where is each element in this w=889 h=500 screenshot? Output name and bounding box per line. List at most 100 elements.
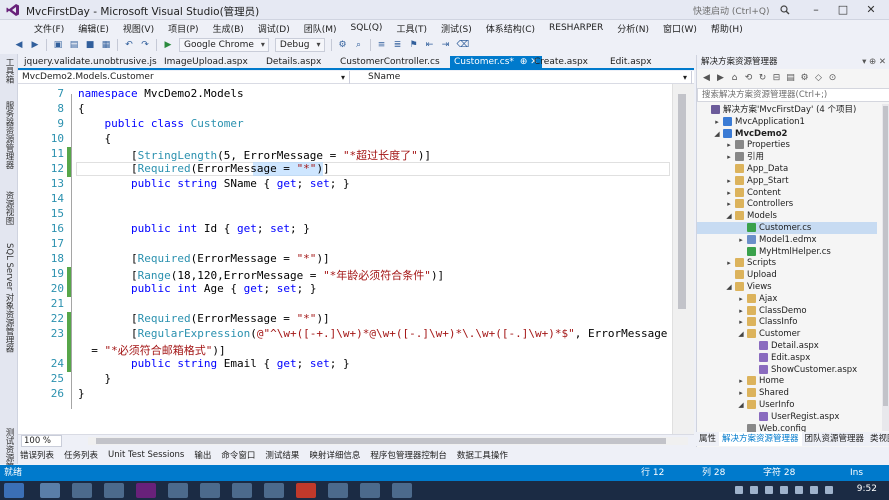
taskbar-app-icon[interactable]: [168, 483, 188, 498]
solution-panel-tab[interactable]: 属性: [696, 432, 719, 446]
menu-item[interactable]: 测试(S): [441, 22, 472, 35]
left-strip-tab[interactable]: 资源视图: [3, 191, 15, 225]
expander-icon[interactable]: ▸: [725, 187, 733, 199]
left-strip-tab[interactable]: SQL Server 对象资源管理器: [3, 243, 15, 353]
menu-item[interactable]: 窗口(W): [663, 22, 697, 35]
menu-item[interactable]: 体系结构(C): [486, 22, 535, 35]
scrollbar-thumb[interactable]: [883, 106, 888, 406]
solution-panel-tab[interactable]: 类视图: [867, 432, 889, 446]
taskbar-app-icon[interactable]: [40, 483, 60, 498]
type-navigation-select[interactable]: MvcDemo2.Models.Customer: [18, 71, 350, 84]
tree-item[interactable]: 解决方案'MvcFirstDay' (4 个项目): [697, 104, 877, 116]
taskbar-app-icon[interactable]: [72, 483, 92, 498]
bottom-tab[interactable]: 输出: [194, 449, 211, 461]
browser-select[interactable]: Google Chrome: [179, 38, 269, 52]
taskbar-app-icon[interactable]: [232, 483, 252, 498]
forward-icon[interactable]: ▶: [30, 40, 40, 50]
bottom-tab[interactable]: Unit Test Sessions: [108, 450, 184, 460]
start-debug-icon[interactable]: ▶: [163, 40, 173, 50]
code-line[interactable]: {: [78, 102, 85, 115]
menu-item[interactable]: 分析(N): [617, 22, 649, 35]
expander-icon[interactable]: ▸: [725, 139, 733, 151]
taskbar-app-icon[interactable]: [104, 483, 124, 498]
menu-item[interactable]: 帮助(H): [711, 22, 743, 35]
menu-item[interactable]: SQL(Q): [351, 23, 383, 33]
tray-icon[interactable]: [825, 486, 833, 494]
bottom-tab[interactable]: 任务列表: [64, 449, 98, 461]
search-icon[interactable]: [780, 5, 790, 15]
code-line[interactable]: }: [78, 372, 111, 385]
tree-item[interactable]: Customer.cs: [697, 222, 877, 234]
preview-icon[interactable]: ⊙: [828, 73, 837, 83]
tray-icon[interactable]: [810, 486, 818, 494]
code-line[interactable]: {: [78, 132, 111, 145]
tree-item[interactable]: ▸ ClassDemo: [697, 305, 877, 317]
quick-launch-input[interactable]: 快速启动 (Ctrl+Q): [693, 4, 770, 17]
tree-item[interactable]: ◢ Customer: [697, 328, 877, 340]
save-icon[interactable]: ■: [85, 40, 95, 50]
scrollbar-thumb[interactable]: [678, 94, 686, 309]
tab-create-aspx[interactable]: Create.aspx: [530, 56, 592, 69]
expander-icon[interactable]: ◢: [737, 399, 745, 411]
comment-icon[interactable]: ≡: [377, 40, 387, 50]
code-line[interactable]: [Required(ErrorMessage = "*")]: [78, 312, 330, 325]
menu-item[interactable]: 团队(M): [304, 22, 337, 35]
next-bookmark-icon[interactable]: ⇥: [441, 40, 451, 50]
tree-item[interactable]: ▸ MvcApplication1: [697, 116, 877, 128]
view-code-icon[interactable]: ◇: [814, 73, 823, 83]
start-button[interactable]: [4, 483, 24, 498]
back-icon[interactable]: ◀: [14, 40, 24, 50]
tree-item[interactable]: App_Data: [697, 163, 877, 175]
tree-item[interactable]: ▸ Properties: [697, 139, 877, 151]
scrollbar-thumb[interactable]: [96, 438, 666, 444]
tree-item[interactable]: UserRegist.aspx: [697, 411, 877, 423]
expander-icon[interactable]: ▸: [725, 175, 733, 187]
editor-vertical-scrollbar[interactable]: [672, 84, 694, 434]
expander-icon[interactable]: ◢: [725, 210, 733, 222]
bottom-tab[interactable]: 映射详细信息: [309, 449, 360, 461]
pin-icon[interactable]: ▾ ⊕ ✕: [862, 55, 886, 69]
expander-icon[interactable]: ▸: [713, 116, 721, 128]
back-icon[interactable]: ◀: [702, 73, 711, 83]
chrome-taskbar-icon[interactable]: [296, 483, 316, 498]
tab-imageupload-aspx[interactable]: ImageUpload.aspx: [160, 56, 252, 69]
tab-customer-cs-[interactable]: Customer.cs* ⊕ ✕: [450, 56, 542, 69]
menu-item[interactable]: 文件(F): [34, 22, 64, 35]
redo-icon[interactable]: ↷: [140, 40, 150, 50]
tree-item[interactable]: Upload: [697, 269, 877, 281]
tree-item[interactable]: ◢ Models: [697, 210, 877, 222]
menu-item[interactable]: 调试(D): [258, 22, 290, 35]
tray-icon[interactable]: [765, 486, 773, 494]
code-line[interactable]: namespace MvcDemo2.Models: [78, 87, 244, 100]
open-icon[interactable]: ▤: [69, 40, 79, 50]
tree-item[interactable]: ◢ UserInfo: [697, 399, 877, 411]
solution-search-input[interactable]: 搜索解决方案资源管理器(Ctrl+;): [697, 88, 889, 102]
tree-item[interactable]: ShowCustomer.aspx: [697, 364, 877, 376]
left-strip-tab[interactable]: 工具箱: [3, 58, 15, 84]
taskbar-app-icon[interactable]: [360, 483, 380, 498]
code-line[interactable]: [Range(18,120,ErrorMessage = "*年龄必须符合条件"…: [78, 267, 444, 283]
attach-icon[interactable]: ⚙: [338, 40, 348, 50]
tray-icon[interactable]: [780, 486, 788, 494]
configuration-select[interactable]: Debug: [274, 38, 325, 52]
expander-icon[interactable]: ◢: [713, 128, 721, 140]
tree-item[interactable]: ▸ ClassInfo: [697, 316, 877, 328]
collapse-all-icon[interactable]: ⊟: [772, 73, 781, 83]
properties-icon[interactable]: ⚙: [800, 73, 809, 83]
clear-bookmarks-icon[interactable]: ⌫: [457, 40, 470, 50]
tab-customercontroller-cs[interactable]: CustomerController.cs: [336, 56, 444, 69]
tree-item[interactable]: ▸ Ajax: [697, 293, 877, 305]
expander-icon[interactable]: ▸: [737, 305, 745, 317]
save-all-icon[interactable]: ▦: [101, 40, 111, 50]
close-button[interactable]: ✕: [858, 2, 884, 18]
bookmark-icon[interactable]: ⚑: [409, 40, 419, 50]
taskbar-app-icon[interactable]: [264, 483, 284, 498]
expander-icon[interactable]: ▸: [737, 316, 745, 328]
tray-icon[interactable]: [795, 486, 803, 494]
undo-icon[interactable]: ↶: [124, 40, 134, 50]
minimize-button[interactable]: –: [803, 2, 829, 18]
code-line[interactable]: public int Id { get; set; }: [78, 222, 310, 235]
tree-item[interactable]: ▸ Home: [697, 375, 877, 387]
code-line[interactable]: public int Age { get; set; }: [78, 282, 316, 295]
menu-item[interactable]: 生成(B): [213, 22, 244, 35]
